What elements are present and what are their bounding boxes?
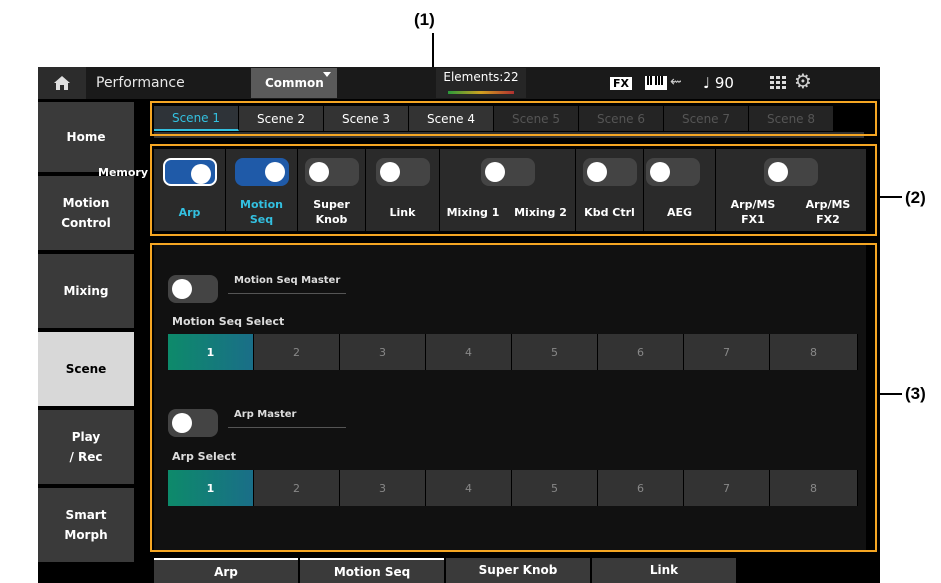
- bottom-tab-link[interactable]: Link: [592, 558, 736, 583]
- dropdown-arrow-icon: [323, 72, 331, 77]
- home-button[interactable]: [38, 67, 86, 99]
- usb-icon: ⇜: [670, 74, 682, 90]
- common-part-selector[interactable]: Common: [251, 68, 337, 98]
- bottom-tab-arp[interactable]: Arp: [154, 558, 298, 583]
- elements-count: Elements:22: [443, 70, 519, 84]
- sidebar-item-play-rec[interactable]: Play / Rec: [38, 410, 134, 486]
- memory-label: Memory: [98, 166, 149, 179]
- elements-indicator: Elements:22: [436, 68, 526, 98]
- callout-2: (2): [905, 188, 926, 207]
- page-title: Performance: [96, 75, 185, 91]
- level-meter: [448, 91, 514, 94]
- sidebar-item-smart-morph[interactable]: Smart Morph: [38, 488, 134, 564]
- bottom-tab-motion-seq[interactable]: Motion Seq: [300, 558, 444, 583]
- sidebar-item-motion-control[interactable]: Motion Control: [38, 176, 134, 252]
- home-icon: [54, 76, 70, 90]
- fx-badge[interactable]: FX: [610, 77, 632, 90]
- highlight-scene-tabs: [150, 101, 877, 136]
- quick-access-grid-icon[interactable]: [770, 76, 786, 90]
- gear-icon[interactable]: ⚙: [794, 70, 812, 92]
- callout-1: (1): [414, 10, 435, 29]
- common-part-label: Common: [265, 76, 324, 90]
- callout-3: (3): [905, 384, 926, 403]
- highlight-memory: [150, 144, 877, 236]
- tempo-display[interactable]: ♩ 90: [703, 74, 734, 92]
- sidebar-item-mixing[interactable]: Mixing: [38, 254, 134, 330]
- top-bar: Performance Common Elements:22 FX ⇜ ♩ 90…: [38, 67, 880, 99]
- highlight-scene-settings: [150, 243, 877, 552]
- sidebar-item-home[interactable]: Home: [38, 102, 134, 174]
- bottom-tab-super-knob[interactable]: Super Knob: [446, 558, 590, 583]
- keyboard-icon: [645, 76, 667, 90]
- sidebar-item-scene[interactable]: Scene: [38, 332, 134, 408]
